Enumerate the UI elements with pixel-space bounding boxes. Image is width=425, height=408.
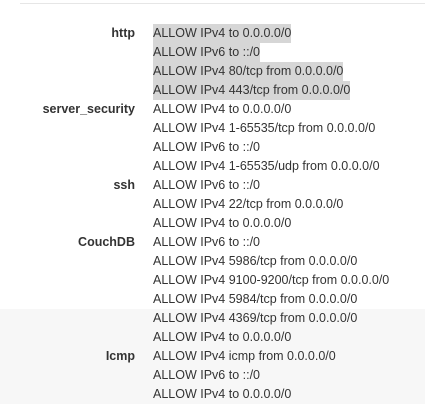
rule-list: ALLOW IPv4 to 0.0.0.0/0 ALLOW IPv6 to ::… <box>153 24 351 100</box>
group-label: server_security <box>42 102 135 116</box>
firewall-rules-table: http ALLOW IPv4 to 0.0.0.0/0 ALLOW IPv6 … <box>0 24 425 404</box>
group-label: ssh <box>113 178 135 192</box>
rule-item[interactable]: ALLOW IPv6 to ::/0 <box>153 43 260 62</box>
rule-group-ssh: ssh ALLOW IPv6 to ::/0 ALLOW IPv4 22/tcp… <box>0 176 425 233</box>
group-label: Icmp <box>105 349 135 363</box>
rule-item[interactable]: ALLOW IPv4 22/tcp from 0.0.0.0/0 <box>153 195 343 214</box>
rule-item[interactable]: ALLOW IPv4 443/tcp from 0.0.0.0/0 <box>153 81 351 100</box>
rule-group-server-security: server_security ALLOW IPv4 to 0.0.0.0/0 … <box>0 100 425 176</box>
group-label: http <box>111 26 135 40</box>
rule-list: ALLOW IPv6 to ::/0 ALLOW IPv4 22/tcp fro… <box>153 176 343 233</box>
rule-item[interactable]: ALLOW IPv6 to ::/0 <box>153 138 260 157</box>
rule-item[interactable]: ALLOW IPv6 to ::/0 <box>153 366 260 385</box>
rule-item[interactable]: ALLOW IPv4 to 0.0.0.0/0 <box>153 24 292 43</box>
rule-item[interactable]: ALLOW IPv4 9100-9200/tcp from 0.0.0.0/0 <box>153 271 389 290</box>
rule-list: ALLOW IPv6 to ::/0 ALLOW IPv4 5986/tcp f… <box>153 233 389 309</box>
rule-group-couchdb: CouchDB ALLOW IPv6 to ::/0 ALLOW IPv4 59… <box>0 233 425 309</box>
top-divider <box>20 3 425 4</box>
rule-item[interactable]: ALLOW IPv4 5984/tcp from 0.0.0.0/0 <box>153 290 357 309</box>
rule-item[interactable]: ALLOW IPv6 to ::/0 <box>153 176 260 195</box>
rule-item[interactable]: ALLOW IPv4 to 0.0.0.0/0 <box>153 328 291 347</box>
rule-group-icmp: Icmp ALLOW IPv4 4369/tcp from 0.0.0.0/0 … <box>0 309 425 404</box>
rule-group-http: http ALLOW IPv4 to 0.0.0.0/0 ALLOW IPv6 … <box>0 24 425 100</box>
rule-item[interactable]: ALLOW IPv4 icmp from 0.0.0.0/0 <box>153 347 336 366</box>
rule-item[interactable]: ALLOW IPv4 4369/tcp from 0.0.0.0/0 <box>153 309 357 328</box>
rule-item[interactable]: ALLOW IPv4 5986/tcp from 0.0.0.0/0 <box>153 252 357 271</box>
rule-item[interactable]: ALLOW IPv4 to 0.0.0.0/0 <box>153 385 291 404</box>
group-label: CouchDB <box>78 235 135 249</box>
rule-item[interactable]: ALLOW IPv4 to 0.0.0.0/0 <box>153 100 291 119</box>
rule-list: ALLOW IPv4 to 0.0.0.0/0 ALLOW IPv4 1-655… <box>153 100 380 176</box>
rule-item[interactable]: ALLOW IPv4 80/tcp from 0.0.0.0/0 <box>153 62 344 81</box>
rule-item[interactable]: ALLOW IPv6 to ::/0 <box>153 233 260 252</box>
rule-item[interactable]: ALLOW IPv4 1-65535/tcp from 0.0.0.0/0 <box>153 119 375 138</box>
rule-item[interactable]: ALLOW IPv4 to 0.0.0.0/0 <box>153 214 291 233</box>
rule-list: ALLOW IPv4 4369/tcp from 0.0.0.0/0 ALLOW… <box>153 309 357 404</box>
rule-item[interactable]: ALLOW IPv4 1-65535/udp from 0.0.0.0/0 <box>153 157 380 176</box>
